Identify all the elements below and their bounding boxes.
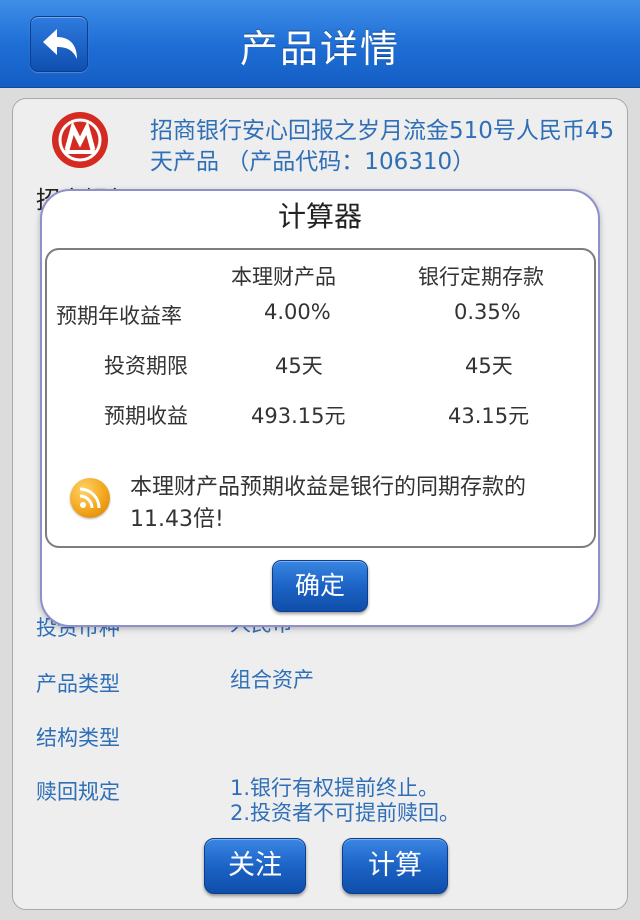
deposit-expected-return: 43.15元 (448, 404, 530, 428)
product-term: 45天 (275, 354, 323, 378)
redemption-rule-line-1: 1.银行有权提前终止。 (230, 776, 440, 800)
row-label-annual-yield: 预期年收益率 (56, 304, 182, 328)
product-expected-return: 493.15元 (251, 404, 346, 428)
redemption-rule-line-2: 2.投资者不可提前赎回。 (230, 801, 461, 825)
deposit-annual-yield: 0.35% (454, 300, 521, 324)
redemption-rule-label: 赎回规定 (36, 780, 120, 804)
calculate-button[interactable]: 计算 (342, 838, 448, 894)
follow-button[interactable]: 关注 (204, 838, 306, 894)
structure-type-label: 结构类型 (36, 726, 120, 750)
confirm-button[interactable]: 确定 (272, 560, 368, 612)
product-type-label: 产品类型 (36, 672, 120, 696)
product-type-value: 组合资产 (230, 668, 314, 692)
row-label-expected-return: 预期收益 (104, 404, 188, 428)
dialog-title: 计算器 (277, 200, 362, 233)
column-header-deposit: 银行定期存款 (418, 265, 544, 289)
rss-feed-icon (70, 478, 110, 518)
row-label-term: 投资期限 (104, 354, 188, 378)
top-navigation-bar: 产品详情 (0, 0, 640, 88)
product-annual-yield: 4.00% (264, 300, 331, 324)
cmb-bank-logo-icon (52, 112, 108, 168)
product-name: 招商银行安心回报之岁月流金510号人民币45天产品 （产品代码：106310） (150, 118, 615, 175)
column-header-product: 本理财产品 (231, 265, 336, 289)
page-title: 产品详情 (239, 27, 400, 71)
deposit-term: 45天 (465, 354, 513, 378)
comparison-note: 本理财产品预期收益是银行的同期存款的11.43倍! (130, 475, 527, 532)
